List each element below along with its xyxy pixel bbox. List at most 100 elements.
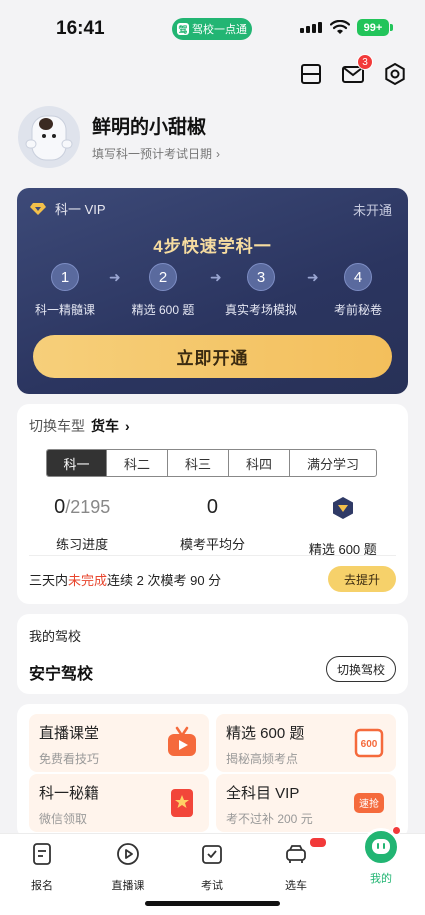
mock-average-stat[interactable]: 0 模考平均分 xyxy=(147,496,277,558)
promo-subtitle: 免费看技巧 xyxy=(39,752,100,766)
promo-title: 直播课堂 xyxy=(39,725,100,742)
switch-school-button[interactable]: 切换驾校 xyxy=(326,656,396,682)
promo-subtitle: 考不过补 200 元 xyxy=(226,812,313,826)
select-600-stat[interactable]: 精选 600 题 xyxy=(278,496,408,558)
header-actions: 3 xyxy=(299,54,407,86)
cellular-signal-icon xyxy=(300,22,322,33)
profile-section[interactable]: 鲜明的小甜椒 填写科一预计考试日期 › xyxy=(18,106,220,168)
tabbar-item-car[interactable]: 选车 xyxy=(266,842,326,893)
step-number: 4 xyxy=(344,263,372,291)
vip-title: 4步快速学科一 xyxy=(153,237,272,256)
mock-average-value: 0 xyxy=(206,496,219,518)
tv-icon xyxy=(168,726,196,756)
step-label: 考前秘卷 xyxy=(333,303,382,317)
tabbar-item-exam[interactable]: 考试 xyxy=(182,842,242,893)
vip-step: 1 科一精髓课 xyxy=(20,263,110,318)
practice-progress-stat[interactable]: 0/2195 练习进度 xyxy=(17,496,147,558)
tab-subject-4[interactable]: 科四 xyxy=(229,450,290,476)
switch-car-label: 切换车型 xyxy=(29,418,85,434)
vip-step: 4 考前秘卷 xyxy=(313,263,403,318)
tab-subject-3[interactable]: 科三 xyxy=(168,450,229,476)
check-board-icon xyxy=(202,845,222,864)
vip-diamond-badge-icon xyxy=(332,497,353,519)
new-tag-badge xyxy=(310,838,326,847)
step-number: 1 xyxy=(51,263,79,291)
tab-subject-2[interactable]: 科二 xyxy=(107,450,168,476)
promo-select-600[interactable]: 精选 600 题 揭秘高频考点 600 xyxy=(216,714,396,772)
vip-label: 科一 VIP xyxy=(55,202,106,217)
car-type-value: 货车 xyxy=(91,418,119,434)
promo-title: 科一秘籍 xyxy=(39,785,100,802)
exam-date-link[interactable]: 填写科一预计考试日期 › xyxy=(92,145,220,162)
step-label: 真实考场模拟 xyxy=(224,303,297,317)
exam-date-link-label: 填写科一预计考试日期 xyxy=(92,147,213,161)
battery-tip xyxy=(390,24,393,31)
status-bar: 16:41 驾 驾校一点通 99+ xyxy=(0,0,425,56)
settings-icon[interactable] xyxy=(383,62,407,86)
notification-badge: 3 xyxy=(357,54,373,70)
promo-title: 精选 600 题 xyxy=(226,725,305,742)
vip-step: 3 真实考场模拟 xyxy=(216,263,306,318)
tabbar-label: 考试 xyxy=(201,880,223,892)
tabbar-item-signup[interactable]: 报名 xyxy=(12,842,72,893)
step-label: 科一精髓课 xyxy=(34,303,95,317)
status-time: 16:41 xyxy=(56,18,105,39)
tip-suffix: 连续 2 次模考 90 分 xyxy=(107,573,222,588)
mock-average-label: 模考平均分 xyxy=(179,537,245,552)
tabbar-label: 报名 xyxy=(31,880,53,892)
tab-subject-1[interactable]: 科一 xyxy=(47,450,107,476)
stamp-text: 速抢 xyxy=(359,797,379,810)
step-number: 2 xyxy=(149,263,177,291)
practice-done: 0 xyxy=(54,496,66,518)
promo-grid: 直播课堂 免费看技巧 精选 600 题 揭秘高频考点 600 科一秘籍 微信领取… xyxy=(17,704,408,839)
chat-face-icon xyxy=(372,839,390,854)
vip-diamond-icon xyxy=(30,202,46,215)
avatar[interactable] xyxy=(18,106,80,168)
message-button[interactable]: 3 xyxy=(341,54,373,86)
vip-status: 未开通 xyxy=(352,203,392,218)
app-pill-label: 驾校一点通 xyxy=(192,24,247,36)
open-vip-button[interactable]: 立即开通 xyxy=(33,335,392,378)
promo-subtitle: 微信领取 xyxy=(39,812,88,826)
school-section-label: 我的驾校 xyxy=(29,629,82,644)
battery-icon: 99+ xyxy=(357,19,389,36)
wifi-icon xyxy=(330,20,350,34)
practice-label: 练习进度 xyxy=(56,537,109,552)
unread-dot xyxy=(392,826,401,835)
tabbar-item-live[interactable]: 直播课 xyxy=(98,842,158,893)
app-logo-icon: 驾 xyxy=(177,23,189,35)
stats-row: 0/2195 练习进度 0 模考平均分 精选 600 题 xyxy=(17,496,408,558)
600-badge-icon: 600 xyxy=(354,728,384,758)
600-badge-text: 600 xyxy=(361,739,378,750)
tabbar-label: 直播课 xyxy=(111,880,145,892)
tab-full-score[interactable]: 满分学习 xyxy=(290,450,376,476)
promo-all-subject-vip[interactable]: 全科目 VIP 考不过补 200 元 速抢 xyxy=(216,774,396,832)
practice-total: /2195 xyxy=(65,497,111,517)
switch-car-type[interactable]: 切换车型 货车 › xyxy=(29,416,130,436)
tip-prefix: 三天内 xyxy=(29,573,69,588)
nickname: 鲜明的小甜椒 xyxy=(92,117,207,138)
app-indicator-pill[interactable]: 驾 驾校一点通 xyxy=(172,18,252,40)
vip-step: 2 精选 600 题 xyxy=(118,263,208,318)
step-label: 精选 600 题 xyxy=(131,303,195,317)
tabbar-item-me[interactable]: 我的 xyxy=(351,864,411,886)
tabbar-label: 选车 xyxy=(285,880,307,892)
avatar-mascot-icon xyxy=(25,115,73,161)
tip-warning: 未完成 xyxy=(68,573,108,588)
promo-secret-guide[interactable]: 科一秘籍 微信领取 xyxy=(29,774,209,832)
play-icon xyxy=(117,843,139,865)
promo-title: 全科目 VIP xyxy=(226,785,300,802)
improve-button[interactable]: 去提升 xyxy=(328,566,396,592)
star-book-icon xyxy=(171,789,193,817)
step-number: 3 xyxy=(247,263,275,291)
car-icon xyxy=(286,845,306,863)
form-icon xyxy=(33,843,51,865)
school-card: 我的驾校 安宁驾校 切换驾校 xyxy=(17,614,408,694)
promo-live-class[interactable]: 直播课堂 免费看技巧 xyxy=(29,714,209,772)
promo-subtitle: 揭秘高频考点 xyxy=(226,752,299,766)
school-name: 安宁驾校 xyxy=(29,666,94,683)
home-indicator xyxy=(145,901,280,906)
scan-icon[interactable] xyxy=(299,62,323,86)
subject-tabs: 科一 科二 科三 科四 满分学习 xyxy=(46,449,377,477)
tabbar-label: 我的 xyxy=(370,873,392,885)
